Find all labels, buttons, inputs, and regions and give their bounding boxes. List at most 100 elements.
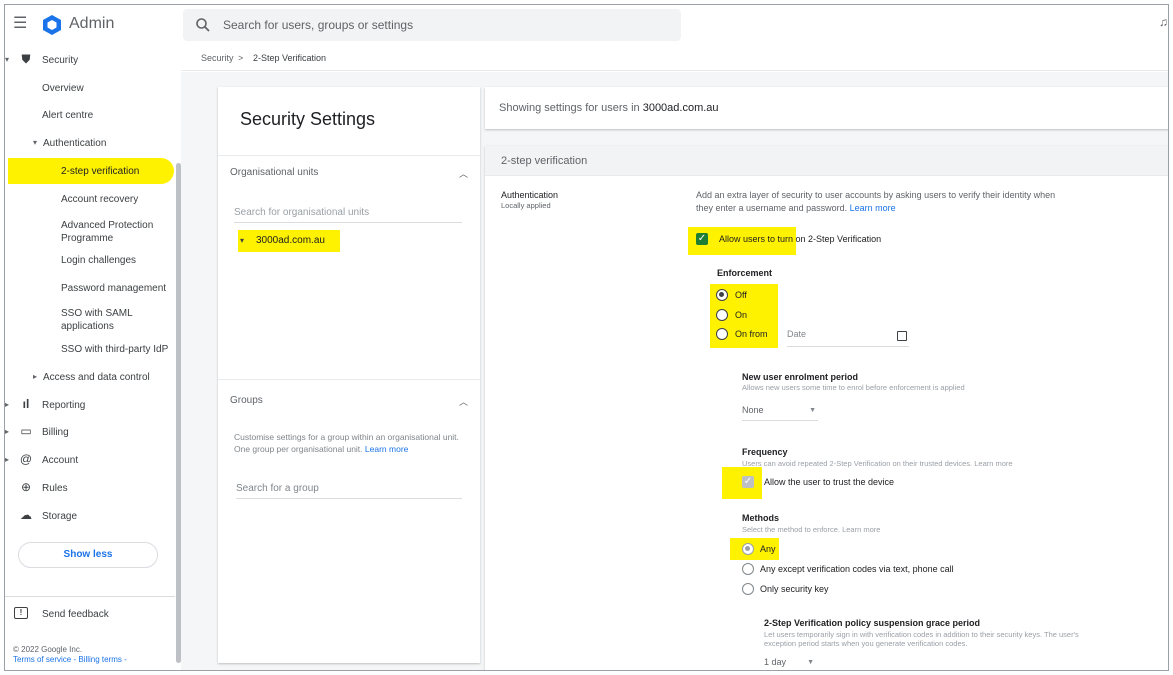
- breadcrumb: Security > 2-Step Verification: [181, 45, 1168, 71]
- chevron-up-icon[interactable]: ︿: [459, 395, 468, 408]
- section-header[interactable]: 2-step verification: [485, 146, 1168, 176]
- copyright-text: © 2022 Google Inc.: [13, 645, 83, 654]
- caret-down-icon: ▾: [5, 55, 10, 64]
- caret-right-icon: ▸: [5, 400, 10, 409]
- org-unit-search-input[interactable]: [234, 203, 462, 223]
- learn-more-link[interactable]: Learn more: [850, 203, 896, 213]
- sidebar-item-label: Storage: [42, 511, 78, 522]
- groups-heading: Groups: [230, 395, 263, 406]
- date-input[interactable]: Date: [787, 329, 909, 347]
- methods-heading: Methods: [742, 513, 779, 523]
- sidebar-item-label: Billing: [42, 427, 69, 438]
- methods-description-text: Select the method to enforce.: [742, 525, 840, 534]
- sidebar-item-2-step-verification[interactable]: 2-step verification: [5, 158, 175, 184]
- admin-console-window: ☰ Admin ♫ ▾ ⛊ Security Overview Alert ce…: [4, 4, 1169, 671]
- caret-right-icon: ▸: [5, 427, 10, 436]
- org-units-heading: Organisational units: [230, 167, 319, 178]
- frequency-learn-more-link[interactable]: Learn more: [974, 459, 1012, 468]
- enrolment-description: Allows new users some time to enrol befo…: [742, 383, 965, 392]
- method-any-radio[interactable]: [742, 543, 754, 555]
- sidebar-item-login-challenges[interactable]: Login challenges: [5, 247, 175, 273]
- enforcement-on-radio[interactable]: [716, 309, 728, 321]
- caret-right-icon: ▸: [5, 455, 10, 464]
- sidebar-item-password-management[interactable]: Password management: [5, 275, 175, 301]
- calendar-icon[interactable]: [897, 331, 907, 341]
- chevron-up-icon[interactable]: ︿: [459, 167, 468, 180]
- terms-link[interactable]: Terms of service - Billing terms -: [13, 655, 127, 664]
- search-bar[interactable]: [183, 9, 681, 41]
- enrolment-heading: New user enrolment period: [742, 372, 859, 382]
- authentication-label: Authentication: [501, 190, 559, 200]
- main-menu-icon[interactable]: ☰: [13, 15, 31, 33]
- sidebar-item-label: SSO with SAML applications: [61, 308, 133, 332]
- sidebar: ▾ ⛊ Security Overview Alert centre ▾ Aut…: [5, 45, 181, 670]
- trust-device-checkbox[interactable]: ✓: [742, 476, 754, 488]
- sidebar-item-label: Password management: [61, 283, 167, 294]
- enforcement-on-label: On: [735, 310, 748, 320]
- caret-down-icon: ▾: [33, 138, 38, 147]
- methods-description: Select the method to enforce. Learn more: [742, 525, 880, 534]
- sidebar-item-security[interactable]: ▾ ⛊ Security: [5, 47, 175, 73]
- org-unit-item[interactable]: 3000ad.com.au: [256, 235, 325, 246]
- sidebar-item-account[interactable]: ▸ @ Account: [5, 447, 175, 473]
- sidebar-item-sso-third-party[interactable]: SSO with third-party IdP: [5, 336, 175, 362]
- bar-chart-icon: ıl: [22, 397, 30, 411]
- sidebar-item-access-data-control[interactable]: ▸ Access and data control: [5, 364, 175, 390]
- group-search-input[interactable]: [236, 479, 462, 499]
- sidebar-item-sso-saml[interactable]: SSO with SAML applications: [5, 303, 175, 333]
- dropdown-arrow-icon: ▼: [807, 659, 814, 666]
- setting-description: Add an extra layer of security to user a…: [696, 189, 1056, 215]
- method-except-radio[interactable]: [742, 563, 754, 575]
- sidebar-item-label: Account recovery: [61, 194, 139, 205]
- panel-title: Security Settings: [240, 109, 376, 129]
- sidebar-item-account-recovery[interactable]: Account recovery: [5, 186, 175, 212]
- sidebar-item-alert-centre[interactable]: Alert centre: [5, 102, 175, 128]
- sidebar-item-reporting[interactable]: ▸ ıl Reporting: [5, 392, 175, 418]
- sidebar-item-overview[interactable]: Overview: [5, 75, 175, 101]
- enrolment-period-select[interactable]: None ▼: [742, 405, 818, 421]
- method-key-radio[interactable]: [742, 583, 754, 595]
- search-icon[interactable]: [195, 17, 211, 33]
- search-input[interactable]: [223, 16, 663, 34]
- dropdown-arrow-icon: ▼: [809, 407, 816, 414]
- grace-period-heading: 2-Step Verification policy suspension gr…: [764, 618, 981, 628]
- methods-learn-more-link[interactable]: Learn more: [842, 525, 880, 534]
- sidebar-item-label: 2-step verification: [61, 166, 140, 177]
- date-placeholder: Date: [787, 329, 807, 339]
- locally-applied-label: Locally applied: [501, 201, 551, 210]
- sidebar-item-advanced-protection[interactable]: Advanced Protection Programme: [5, 215, 175, 245]
- notifications-icon[interactable]: ♫: [1159, 15, 1168, 29]
- enforcement-off-radio[interactable]: [716, 289, 728, 301]
- allow-2sv-label: Allow users to turn on 2-Step Verificati…: [719, 234, 882, 244]
- groups-description-text: Customise settings for a group within an…: [234, 432, 459, 454]
- sidebar-item-label: SSO with third-party IdP: [61, 344, 169, 355]
- sidebar-item-label: Authentication: [43, 138, 107, 149]
- scope-text: Showing settings for users in 3000ad.com…: [499, 102, 719, 114]
- security-settings-panel: Security Settings Organisational units ︿…: [218, 87, 480, 663]
- sidebar-item-storage[interactable]: ☁ Storage: [5, 503, 175, 529]
- top-bar: ☰ Admin ♫: [5, 5, 1168, 45]
- grace-period-select[interactable]: 1 day ▼: [764, 657, 816, 670]
- sidebar-item-label: Rules: [42, 483, 68, 494]
- allow-2sv-checkbox[interactable]: ✓: [696, 233, 708, 245]
- enforcement-heading: Enforcement: [717, 268, 773, 278]
- sidebar-item-authentication[interactable]: ▾ Authentication: [5, 130, 175, 156]
- feedback-icon[interactable]: !: [14, 607, 28, 619]
- show-less-button[interactable]: Show less: [18, 542, 158, 568]
- grace-period-description: Let users temporarily sign in with verif…: [764, 630, 1079, 648]
- enforcement-on-from-radio[interactable]: [716, 328, 728, 340]
- caret-down-icon[interactable]: ▾: [240, 236, 244, 245]
- breadcrumb-security-link[interactable]: Security: [201, 53, 234, 63]
- scope-banner: Showing settings for users in 3000ad.com…: [485, 87, 1168, 129]
- send-feedback-link[interactable]: Send feedback: [42, 609, 109, 620]
- sidebar-item-label: Advanced Protection Programme: [61, 220, 154, 244]
- enforcement-on-from-label: On from: [735, 329, 768, 339]
- divider: [218, 379, 480, 380]
- scope-prefix: Showing settings for users in: [499, 102, 640, 114]
- sidebar-item-billing[interactable]: ▸ ▭ Billing: [5, 419, 175, 445]
- groups-learn-more-link[interactable]: Learn more: [365, 444, 408, 454]
- section-title: 2-step verification: [501, 155, 588, 167]
- app-title[interactable]: Admin: [69, 15, 114, 33]
- sidebar-item-rules[interactable]: ⊕ Rules: [5, 475, 175, 501]
- sidebar-divider: [5, 596, 175, 597]
